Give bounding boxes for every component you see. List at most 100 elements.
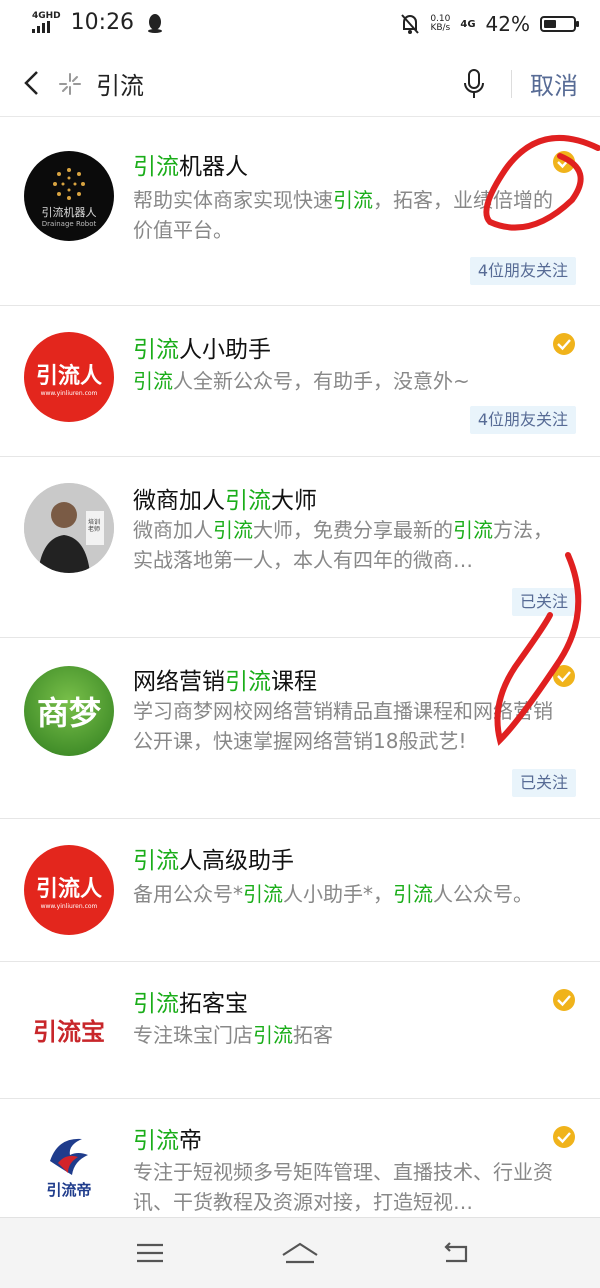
search-results-list: 引流机器人 Drainage Robot 引流机器人 帮助实体商家实现快速引流，…	[0, 117, 600, 1219]
network-type: 4GHD	[32, 11, 61, 21]
text-segment: 人小助手*，	[283, 882, 393, 906]
text-segment: 大师，免费分享最新的	[253, 518, 453, 542]
text-segment: 人全新公众号，有助手，没意外~	[173, 369, 470, 393]
battery-percent: 42%	[485, 12, 530, 36]
text-segment: 帝	[179, 1128, 202, 1154]
account-description: 专注于短视频多号矩阵管理、直播技术、行业资讯、干货教程及资源对接，打造短视…	[133, 1157, 563, 1217]
verified-badge-icon	[553, 151, 575, 173]
logo-text: 商梦	[36, 694, 101, 732]
text-segment: 课程	[271, 669, 317, 695]
account-title: 引流人高级助手	[133, 841, 294, 875]
text-segment: 大师	[271, 488, 317, 514]
keyword-highlight: 引流	[453, 518, 493, 542]
result-item-yinliu-assistant[interactable]: 引流人 www.yinliuren.com 引流人小助手 引流人全新公众号，有助…	[0, 306, 600, 457]
keyword-highlight: 引流	[133, 154, 179, 180]
text-segment: 人小助手	[179, 337, 271, 363]
avatar: 引流人 www.yinliuren.com	[24, 845, 114, 935]
keyword-highlight: 引流	[253, 1023, 293, 1047]
text-segment: 帮助实体商家实现快速	[133, 188, 333, 212]
eagle-logo-icon	[50, 1138, 88, 1175]
account-title: 引流机器人	[133, 147, 248, 181]
battery-icon	[540, 16, 579, 32]
account-description: 学习商梦网校网络营销精品直播课程和网络营销公开课，快速掌握网络营销18般武艺!	[133, 696, 563, 756]
keyword-highlight: 引流	[213, 518, 253, 542]
menu-icon[interactable]	[135, 1240, 165, 1266]
logo-subtext: Drainage Robot	[41, 220, 97, 228]
logo-subtext: www.yinliuren.com	[40, 902, 98, 910]
keyword-highlight: 引流	[133, 991, 179, 1017]
keyword-highlight: 引流	[225, 669, 271, 695]
back-nav-icon[interactable]	[440, 1240, 470, 1266]
robot-logo-icon	[53, 168, 85, 200]
result-item-network-marketing[interactable]: 商梦 网络营销引流课程 学习商梦网校网络营销精品直播课程和网络营销公开课，快速掌…	[0, 638, 600, 819]
net-type-4g: 4G	[460, 18, 476, 30]
net-speed-unit: KB/s	[430, 23, 451, 33]
result-item-weishang-master[interactable]: 培训老师 微商加人引流大师 微商加人引流大师，免费分享最新的引流方法，实战落地第…	[0, 457, 600, 638]
keyword-highlight: 引流	[133, 848, 179, 874]
avatar: 引流帝	[24, 1121, 114, 1211]
result-item-yinliu-tuokebao[interactable]: 引流宝 引流拓客宝 专注珠宝门店引流拓客	[0, 962, 600, 1099]
header-divider	[511, 70, 512, 98]
text-segment: 备用公众号*	[133, 882, 243, 906]
keyword-highlight: 引流	[393, 882, 433, 906]
logo-text: 引流宝	[33, 1017, 105, 1046]
keyword-highlight: 引流	[243, 882, 283, 906]
followed-tag: 已关注	[511, 588, 576, 616]
verified-badge-icon	[553, 1126, 575, 1148]
result-item-yinliudi[interactable]: 引流帝 引流帝 专注于短视频多号矩阵管理、直播技术、行业资讯、干货教程及资源对接…	[0, 1099, 600, 1219]
friends-follow-tag: 4位朋友关注	[469, 406, 576, 434]
avatar: 引流人 www.yinliuren.com	[24, 332, 114, 422]
signal-bars-icon	[32, 21, 50, 33]
logo-text: 引流帝	[46, 1180, 92, 1199]
account-title: 引流帝	[133, 1121, 202, 1155]
net-speed: 0.10 KB/s	[430, 15, 450, 33]
microphone-icon[interactable]	[462, 68, 486, 100]
text-segment: 网络营销	[133, 669, 225, 695]
logo-text: 培训老师	[88, 519, 101, 533]
mute-bell-icon	[401, 14, 420, 34]
avatar: 培训老师	[24, 483, 114, 573]
cancel-button[interactable]: 取消	[530, 66, 578, 101]
search-header: 引流 取消	[0, 50, 600, 117]
verified-badge-icon	[553, 333, 575, 355]
text-segment: 拓客	[293, 1023, 333, 1047]
qq-penguin-icon	[148, 13, 163, 33]
avatar: 引流机器人 Drainage Robot	[24, 151, 114, 241]
text-segment: 机器人	[179, 154, 248, 180]
logo-text: 引流机器人	[41, 206, 97, 219]
clock: 10:26	[70, 10, 135, 35]
keyword-highlight: 引流	[133, 369, 173, 393]
account-title: 网络营销引流课程	[133, 662, 317, 696]
system-nav-bar	[0, 1217, 600, 1288]
keyword-highlight: 引流	[133, 1128, 179, 1154]
verified-badge-icon	[553, 665, 575, 687]
text-segment: 微商加人	[133, 518, 213, 542]
text-segment: 人公众号。	[433, 882, 533, 906]
keyword-highlight: 引流	[225, 488, 271, 514]
account-title: 引流人小助手	[133, 330, 271, 364]
account-description: 帮助实体商家实现快速引流，拓客，业绩倍增的价值平台。	[133, 185, 563, 245]
result-item-yinliu-senior-assistant[interactable]: 引流人 www.yinliuren.com 引流人高级助手 备用公众号*引流人小…	[0, 819, 600, 962]
result-item-yinliu-robot[interactable]: 引流机器人 Drainage Robot 引流机器人 帮助实体商家实现快速引流，…	[0, 117, 600, 306]
search-sparkle-icon	[59, 73, 81, 95]
account-title: 引流拓客宝	[133, 984, 248, 1018]
keyword-highlight: 引流	[333, 188, 373, 212]
friends-follow-tag: 4位朋友关注	[469, 257, 576, 285]
signal-indicator: 4GHD	[32, 12, 61, 33]
status-bar: 4GHD 10:26 0.10 KB/s 4G 42%	[0, 0, 600, 50]
verified-badge-icon	[553, 989, 575, 1011]
search-input[interactable]: 引流	[96, 66, 144, 101]
home-icon[interactable]	[280, 1240, 320, 1266]
battery-fill	[544, 20, 556, 28]
account-title: 微商加人引流大师	[133, 481, 317, 515]
text-segment: 学习商梦网校网络营销精品直播课程和网络营销公开课，快速掌握网络营销18般武艺!	[133, 699, 553, 753]
followed-tag: 已关注	[511, 769, 576, 797]
logo-text: 引流人	[35, 876, 102, 902]
account-description: 微商加人引流大师，免费分享最新的引流方法，实战落地第一人，本人有四年的微商…	[133, 515, 563, 575]
text-segment: 人高级助手	[179, 848, 294, 874]
account-description: 引流人全新公众号，有助手，没意外~	[133, 366, 563, 396]
logo-subtext: www.yinliuren.com	[40, 389, 98, 397]
account-description: 专注珠宝门店引流拓客	[133, 1020, 563, 1050]
back-arrow-icon[interactable]	[18, 68, 48, 98]
avatar: 商梦	[24, 666, 114, 756]
